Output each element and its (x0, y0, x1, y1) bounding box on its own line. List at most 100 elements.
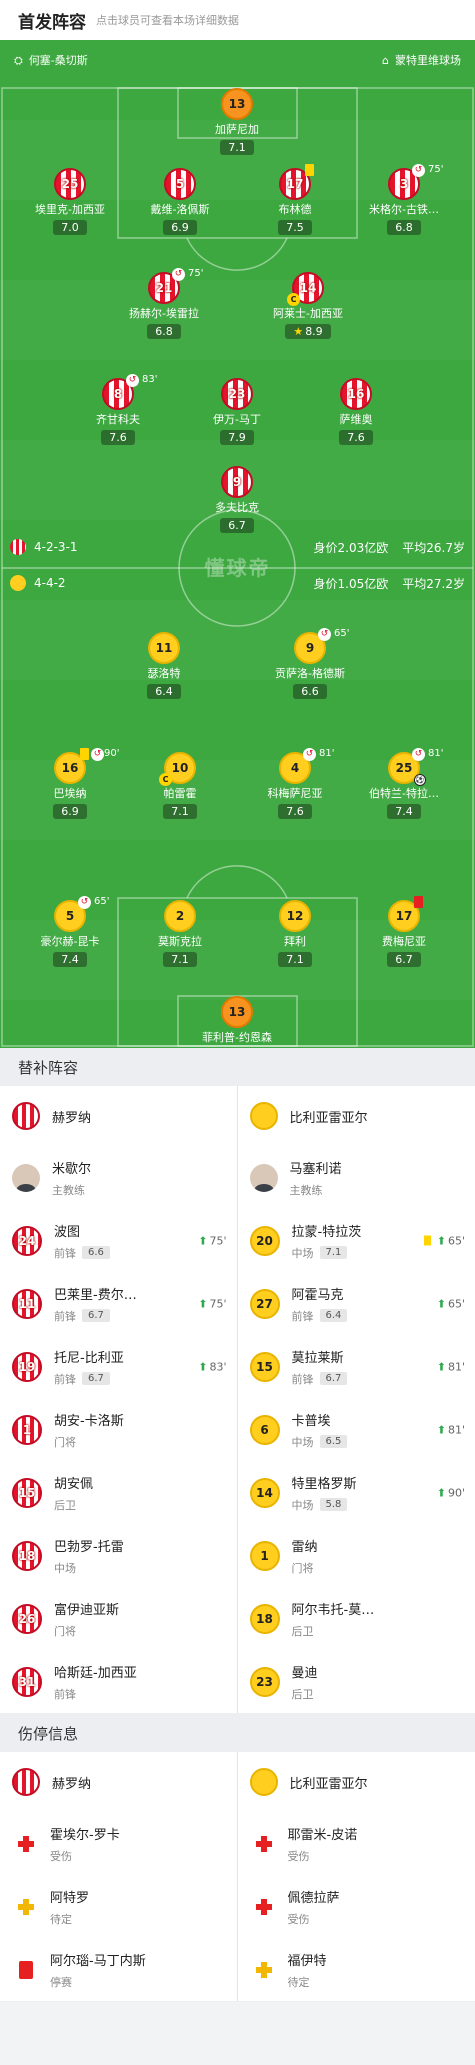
player-away[interactable]: 11 瑟洛特 6.4 (104, 632, 224, 699)
sub-in-arrow-icon: ⬆ (198, 1360, 208, 1373)
sub-player-row[interactable]: 15 胡安佩 后卫 (0, 1461, 237, 1524)
sub-player-position: 前锋 (54, 1372, 76, 1386)
sub-player-row[interactable]: 20 拉蒙-特拉茨 中场 7.1 ⬆ 65' (238, 1209, 475, 1272)
goal-icon: ⚽ (414, 774, 426, 786)
player-away[interactable]: 10 C 帕雷霍 7.1 (120, 752, 240, 819)
jersey-icon: 13 (221, 88, 253, 120)
sub-player-row[interactable]: 15 莫拉莱斯 前锋 6.7 ⬆ 81' (238, 1335, 475, 1398)
sub-player-name: 托尼-比利亚 (54, 1350, 124, 1366)
jersey-number: 23 (249, 1666, 280, 1697)
sub-player-row[interactable]: 23 曼迪 后卫 (238, 1650, 475, 1713)
sub-player-name: 胡安佩 (54, 1476, 94, 1492)
sub-player-meta: 前锋 (54, 1686, 137, 1702)
player-rating: 6.7 (395, 953, 413, 966)
sub-in-info: ⬆ 83' (198, 1360, 226, 1373)
player-home[interactable]: 8 ↺ 83' 齐甘科夫 7.6 (58, 374, 178, 445)
player-rating: 6.9 (171, 221, 189, 234)
player-home[interactable]: 9 多夫比克 6.7 (177, 466, 297, 533)
sub-player-position: 前锋 (291, 1309, 314, 1323)
player-away[interactable]: 16 ↺ 90' 巴埃纳 6.9 (10, 748, 130, 819)
sub-player-position: 门将 (291, 1561, 314, 1575)
jersey-number: 27 (249, 1288, 280, 1319)
player-home[interactable]: 3 ↺ 75' 米格尔-古铁… 6.8 (344, 164, 464, 235)
player-home[interactable]: 5 戴维-洛佩斯 6.9 (120, 168, 240, 235)
coach-row[interactable]: 米歇尔 主教练 (0, 1146, 237, 1209)
jersey-number: 17 (395, 909, 413, 923)
player-home[interactable]: 21 ↺ 75' 扬赫尔-埃雷拉 6.8 (104, 268, 224, 339)
lineup-hint: 点击球员可查看本场详细数据 (96, 14, 239, 27)
player-home[interactable]: 23 伊万-马丁 7.9 (177, 378, 297, 445)
jersey-number: 2 (175, 909, 185, 923)
sub-player-label: 曼迪 后卫 (292, 1662, 318, 1702)
player-home[interactable]: 14 C 阿莱士-加西亚 ★ 8.9 (248, 272, 368, 339)
club-row[interactable]: 比利亚雷亚尔 (238, 1752, 475, 1812)
sub-player-row[interactable]: 27 阿霍马克 前锋 6.4 ⬆ 65' (238, 1272, 475, 1335)
sub-player-position: 中场 (291, 1246, 314, 1260)
jersey-number: 13 (228, 97, 246, 111)
player-home[interactable]: 17 布林德 7.5 (235, 164, 355, 235)
injury-row[interactable]: 阿尔瑙-马丁内斯 停赛 (0, 1938, 237, 2001)
red-cross-icon (254, 1897, 274, 1917)
injury-row[interactable]: 阿特罗 待定 (0, 1875, 237, 1938)
jersey-number: 20 (249, 1225, 280, 1256)
club-row[interactable]: 比利亚雷亚尔 (238, 1086, 475, 1146)
player-rating: 7.4 (395, 805, 413, 818)
player-name: 费梅尼亚 (382, 935, 426, 948)
injury-status: 待定 (287, 1975, 310, 1989)
substitution-time: 83' (142, 374, 158, 385)
player-away[interactable]: 25 ↺ 81' ⚽ 伯特兰-特拉… 7.4 (344, 748, 464, 819)
player-away[interactable]: 17 费梅尼亚 6.7 (344, 896, 464, 967)
sub-in-info: ⬆ 75' (198, 1297, 226, 1310)
sub-player-meta: 中场 6.5 (292, 1434, 348, 1450)
sub-player-row[interactable]: 18 阿尔韦托-莫… 后卫 (238, 1587, 475, 1650)
club-row[interactable]: 赫罗纳 (0, 1752, 237, 1812)
sub-player-row[interactable]: 1 雷纳 门将 (238, 1524, 475, 1587)
substitution-icon: ↺ (412, 748, 425, 761)
sub-player-row[interactable]: 31 哈斯廷-加西亚 前锋 (0, 1650, 237, 1713)
player-away[interactable]: 4 ↺ 81' 科梅萨尼亚 7.6 (235, 748, 355, 819)
player-away[interactable]: 13菲利普-约恩森7.6 (177, 996, 297, 1048)
sub-player-name: 波图 (54, 1224, 81, 1240)
sub-player-row[interactable]: 1 胡安-卡洛斯 门将 (0, 1398, 237, 1461)
injury-row[interactable]: 霍埃尔-罗卡 受伤 (0, 1812, 237, 1875)
sub-player-row[interactable]: 14 特里格罗斯 中场 5.8 ⬆ 90' (238, 1461, 475, 1524)
home-value: 身价2.03亿欧 (313, 540, 389, 555)
jersey-number: 18 (249, 1603, 280, 1634)
sub-player-name: 胡安-卡洛斯 (54, 1413, 124, 1429)
injury-row[interactable]: 福伊特 待定 (238, 1938, 475, 2001)
sub-player-row[interactable]: 11 巴莱里-费尔… 前锋 6.7 ⬆ 75' (0, 1272, 237, 1335)
injury-label: 阿特罗 待定 (50, 1887, 89, 1927)
player-home[interactable]: 13 加萨尼加 7.1 (177, 88, 297, 155)
substitution-icon: ↺ (91, 748, 104, 761)
injury-row[interactable]: 耶雷米-皮诺 受伤 (238, 1812, 475, 1875)
player-away[interactable]: 2 莫斯克拉 7.1 (120, 900, 240, 967)
player-home[interactable]: 25 埃里克-加西亚 7.0 (10, 168, 130, 235)
player-away[interactable]: 9 ↺ 65' 贡萨洛-格德斯 6.6 (250, 628, 370, 699)
substitution-time: 65' (334, 628, 350, 639)
coach-row[interactable]: 马塞利诺 主教练 (238, 1146, 475, 1209)
sub-in-info: ⬆ 81' (437, 1360, 465, 1373)
sub-player-meta: 前锋 6.6 (54, 1245, 110, 1261)
sub-player-label: 胡安-卡洛斯 门将 (54, 1410, 124, 1450)
injury-row[interactable]: 佩德拉萨 受伤 (238, 1875, 475, 1938)
stadium-icon: ⌂ (382, 54, 389, 67)
sub-player-row[interactable]: 18 巴勃罗-托雷 中场 (0, 1524, 237, 1587)
club-row[interactable]: 赫罗纳 (0, 1086, 237, 1146)
player-name: 伊万-马丁 (213, 413, 261, 426)
player-name: 帕雷霍 (163, 787, 197, 800)
sub-player-row[interactable]: 6 卡普埃 中场 6.5 ⬆ 81' (238, 1398, 475, 1461)
jersey-number: 9 (305, 641, 315, 655)
player-away[interactable]: 12 拜利 7.1 (235, 900, 355, 967)
player-home[interactable]: 16 萨维奥 7.6 (296, 378, 416, 445)
sub-player-row[interactable]: 19 托尼-比利亚 前锋 6.7 ⬆ 83' (0, 1335, 237, 1398)
player-away[interactable]: 5 ↺ 65' 豪尔赫-昆卡 7.4 (10, 896, 130, 967)
sub-player-name: 巴勃罗-托雷 (54, 1539, 124, 1555)
jersey-icon: 9 ↺ 65' (294, 628, 349, 664)
sub-player-row[interactable]: 26 富伊迪亚斯 门将 (0, 1587, 237, 1650)
sub-player-rating: 7.1 (319, 1246, 348, 1259)
sub-in-arrow-icon: ⬆ (436, 1234, 446, 1247)
sub-in-time: 75' (209, 1234, 227, 1247)
injury-label: 福伊特 待定 (288, 1950, 327, 1990)
sub-player-row[interactable]: 24 波图 前锋 6.6 ⬆ 75' (0, 1209, 237, 1272)
player-rating: 6.4 (155, 685, 173, 698)
